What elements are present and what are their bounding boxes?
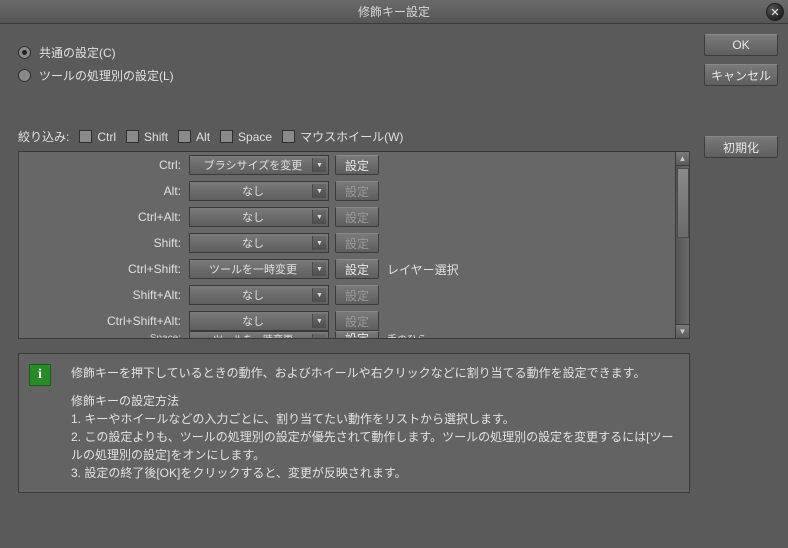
binding-row: Shift:なし▼設定 xyxy=(19,230,689,256)
binding-row: Shift+Alt:なし▼設定 xyxy=(19,282,689,308)
select-value: なし xyxy=(196,183,310,199)
scroll-thumb[interactable] xyxy=(677,168,689,238)
chevron-down-icon: ▼ xyxy=(312,184,326,198)
binding-row: Alt:なし▼設定 xyxy=(19,178,689,204)
chevron-down-icon: ▼ xyxy=(312,288,326,302)
chevron-down-icon: ▼ xyxy=(312,334,326,338)
radio-icon xyxy=(18,69,31,82)
binding-extra-label: 手のひら xyxy=(387,331,427,339)
binding-row: Ctrl+Shift:ツールを一時変更▼設定レイヤー選択 xyxy=(19,256,689,282)
binding-row-cutoff: Space:ツールを一時変更▼設定手のひら xyxy=(19,330,689,338)
scroll-down-icon[interactable]: ▼ xyxy=(676,324,689,338)
select-value: ツールを一時変更 xyxy=(196,261,310,277)
binding-key-label: Ctrl: xyxy=(19,158,189,172)
binding-config-button: 設定 xyxy=(335,207,379,227)
select-value: なし xyxy=(196,287,310,303)
binding-key-label: Alt: xyxy=(19,184,189,198)
binding-action-select[interactable]: なし▼ xyxy=(189,207,329,227)
binding-key-label: Ctrl+Shift: xyxy=(19,262,189,276)
binding-row: Ctrl:ブラシサイズを変更▼設定 xyxy=(19,152,689,178)
select-value: なし xyxy=(196,209,310,225)
binding-extra-label: レイヤー選択 xyxy=(387,261,459,278)
binding-config-button[interactable]: 設定 xyxy=(335,331,379,338)
radio-label: 共通の設定(C) xyxy=(39,44,116,61)
filter-checkbox-alt[interactable]: Alt xyxy=(178,130,210,144)
binding-config-button: 設定 xyxy=(335,233,379,253)
checkbox-icon xyxy=(282,130,295,143)
select-value: なし xyxy=(196,235,310,251)
radio-per-tool-settings[interactable]: ツールの処理別の設定(L) xyxy=(18,67,690,84)
checkbox-icon xyxy=(79,130,92,143)
filter-checkbox-space[interactable]: Space xyxy=(220,130,272,144)
radio-icon xyxy=(18,46,31,59)
scroll-up-icon[interactable]: ▲ xyxy=(676,152,689,166)
binding-key-label: Shift: xyxy=(19,236,189,250)
chevron-down-icon: ▼ xyxy=(312,236,326,250)
binding-key-label: Ctrl+Shift+Alt: xyxy=(19,314,189,328)
bindings-table: Ctrl:ブラシサイズを変更▼設定Alt:なし▼設定Ctrl+Alt:なし▼設定… xyxy=(18,151,690,339)
select-value: ブラシサイズを変更 xyxy=(196,157,310,173)
binding-config-button[interactable]: 設定 xyxy=(335,155,379,175)
binding-row: Ctrl+Alt:なし▼設定 xyxy=(19,204,689,230)
modifier-key-settings-dialog: 修飾キー設定 ✕ 共通の設定(C) ツールの処理別の設定(L) 絞り込み: Ct… xyxy=(0,0,788,548)
info-panel: i 修飾キーを押下しているときの動作、およびホイールや右クリックなどに割り当てる… xyxy=(18,353,690,493)
chevron-down-icon: ▼ xyxy=(312,210,326,224)
info-text: 修飾キーを押下しているときの動作、およびホイールや右クリックなどに割り当てる動作… xyxy=(71,364,677,482)
radio-label: ツールの処理別の設定(L) xyxy=(39,67,174,84)
info-icon: i xyxy=(29,364,51,386)
checkbox-icon xyxy=(178,130,191,143)
binding-key-label: Ctrl+Alt: xyxy=(19,210,189,224)
binding-config-button: 設定 xyxy=(335,181,379,201)
binding-action-select[interactable]: ツールを一時変更▼ xyxy=(189,259,329,279)
filter-checkbox-wheel[interactable]: マウスホイール(W) xyxy=(282,128,403,145)
binding-action-select[interactable]: なし▼ xyxy=(189,311,329,331)
reset-button[interactable]: 初期化 xyxy=(704,136,778,158)
binding-config-button[interactable]: 設定 xyxy=(335,259,379,279)
dialog-title: 修飾キー設定 xyxy=(358,3,430,20)
binding-config-button: 設定 xyxy=(335,285,379,305)
checkbox-icon xyxy=(126,130,139,143)
binding-action-select[interactable]: ツールを一時変更▼ xyxy=(189,331,329,338)
checkbox-icon xyxy=(220,130,233,143)
filter-checkbox-shift[interactable]: Shift xyxy=(126,130,168,144)
ok-button[interactable]: OK xyxy=(704,34,778,56)
scrollbar[interactable]: ▲ ▼ xyxy=(675,152,689,338)
binding-action-select[interactable]: なし▼ xyxy=(189,181,329,201)
filter-checkbox-ctrl[interactable]: Ctrl xyxy=(79,130,116,144)
cancel-button[interactable]: キャンセル xyxy=(704,64,778,86)
chevron-down-icon: ▼ xyxy=(312,262,326,276)
binding-action-select[interactable]: なし▼ xyxy=(189,233,329,253)
radio-common-settings[interactable]: 共通の設定(C) xyxy=(18,44,690,61)
binding-action-select[interactable]: なし▼ xyxy=(189,285,329,305)
close-icon[interactable]: ✕ xyxy=(766,3,784,21)
chevron-down-icon: ▼ xyxy=(312,158,326,172)
binding-config-button: 設定 xyxy=(335,311,379,331)
binding-key-label: Space: xyxy=(19,333,189,339)
filter-label: 絞り込み: xyxy=(18,128,69,145)
binding-action-select[interactable]: ブラシサイズを変更▼ xyxy=(189,155,329,175)
binding-key-label: Shift+Alt: xyxy=(19,288,189,302)
select-value: ツールを一時変更 xyxy=(196,331,310,338)
filter-row: 絞り込み: Ctrl Shift Alt Space マウスホイール(W) xyxy=(18,128,690,145)
select-value: なし xyxy=(196,313,310,329)
chevron-down-icon: ▼ xyxy=(312,314,326,328)
titlebar: 修飾キー設定 ✕ xyxy=(0,0,788,24)
